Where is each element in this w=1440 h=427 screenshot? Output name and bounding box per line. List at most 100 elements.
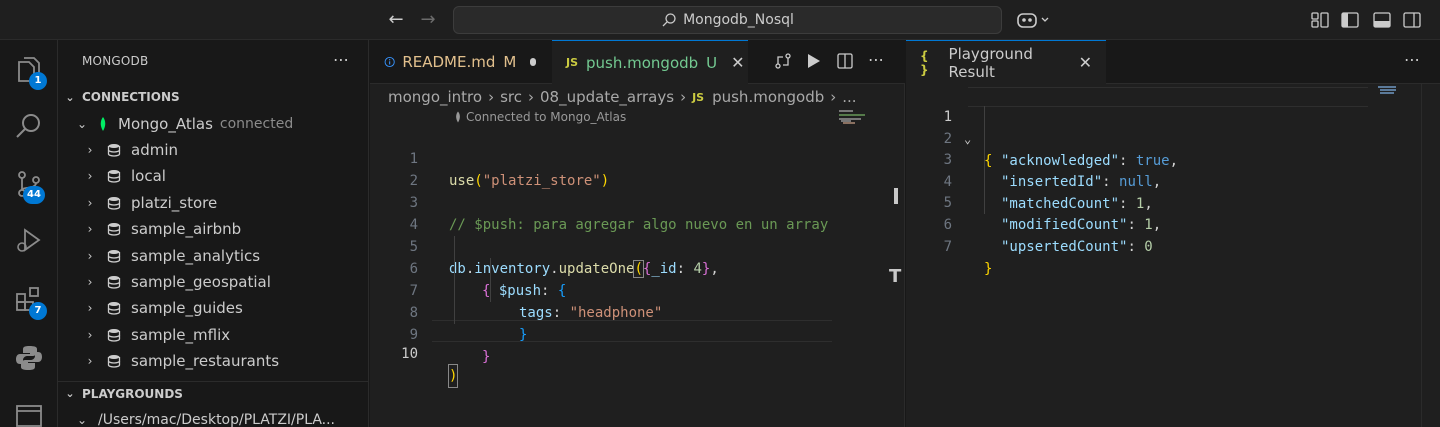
tab-readme[interactable]: README.md M [370, 40, 550, 84]
js-file-icon: JS [566, 56, 579, 69]
close-icon[interactable]: ✕ [731, 53, 744, 72]
result-line[interactable]: 7 } [906, 214, 1376, 277]
close-icon[interactable]: ✕ [1079, 53, 1092, 72]
result-line[interactable]: 2 "acknowledged": true, [906, 106, 1376, 169]
code-line[interactable]: 10 ) [370, 321, 840, 388]
explorer-icon[interactable]: 1 [13, 54, 47, 90]
breadcrumb-item[interactable]: src [500, 88, 522, 106]
breadcrumb-item[interactable]: ... [842, 88, 856, 106]
chevron-down-icon: ⌄ [65, 387, 75, 400]
editor-group-2: { } Playground Result ✕ ⋯ 1 ⌄ { 2 "ackno… [906, 40, 1440, 427]
tab-readme-status: M [503, 53, 517, 71]
minimap[interactable] [833, 110, 878, 427]
json-value: 0 [1144, 239, 1153, 255]
result-line[interactable]: 3 "insertedId": null, [906, 127, 1376, 190]
json-key: "upsertedCount" [1001, 239, 1128, 255]
forward-arrow-icon[interactable]: → [416, 8, 440, 32]
line-number: 10 [401, 346, 418, 362]
chevron-right-icon: › [87, 169, 93, 184]
code-line[interactable]: 5 db.inventory.updateOne({_id: 4}, [370, 214, 840, 278]
chevron-right-icon: › [87, 354, 93, 369]
chevron-down-icon: ⌄ [65, 90, 75, 104]
mongodb-sidebar: MONGODB ⋯ ⌄ CONNECTIONS ⌄ Mongo_Atlas co… [58, 40, 369, 427]
database-item[interactable]: › sample_airbnb [58, 216, 369, 242]
code-token: ) [447, 364, 459, 388]
toggle-panel-icon[interactable] [1372, 10, 1392, 30]
database-name: platzi_store [131, 193, 218, 212]
database-item[interactable]: › sample_restaurants [58, 348, 369, 374]
indent-guide [454, 236, 455, 324]
search-view-icon[interactable] [13, 110, 45, 142]
copilot-icon[interactable] [1016, 10, 1054, 30]
connections-section-header[interactable]: ⌄ CONNECTIONS [58, 85, 369, 109]
search-label: Mongodb_Nosql [683, 12, 794, 28]
compare-changes-icon[interactable] [774, 52, 792, 74]
editor-tabs: README.md M JS push.mongodb U ✕ ⋯ [370, 40, 905, 84]
breadcrumb-item[interactable]: push.mongodb [712, 88, 824, 106]
result-line[interactable]: 5 "modifiedCount": 1, [906, 170, 1376, 233]
tab-result-label: Playground Result [948, 44, 1033, 81]
codelens[interactable]: Connected to Mongo_Atlas [454, 110, 626, 124]
connections-label: CONNECTIONS [82, 90, 180, 104]
database-item[interactable]: › local [58, 163, 369, 189]
line-number: 7 [943, 238, 952, 255]
database-item[interactable]: › platzi_store [58, 190, 369, 216]
split-editor-icon[interactable] [836, 52, 854, 74]
result-line[interactable]: 1 ⌄ { [906, 84, 1376, 169]
chevron-down-icon: ⌄ [76, 117, 88, 131]
playground-folder[interactable]: ⌄ /Users/mac/Desktop/PLATZI/PLA... [58, 407, 369, 427]
toggle-primary-sidebar-icon[interactable] [1340, 10, 1360, 30]
code-line[interactable]: 6 { $push: { [370, 236, 840, 299]
remote-explorer-icon[interactable] [13, 400, 45, 427]
sidebar-more-icon[interactable]: ⋯ [333, 50, 350, 69]
code-line[interactable]: 3 // $push: para agregar algo nuevo en u… [370, 170, 840, 233]
more-actions-icon[interactable]: ⋯ [1404, 50, 1420, 69]
database-item[interactable]: › admin [58, 137, 369, 163]
code-line[interactable]: 8 } [370, 280, 840, 343]
result-line[interactable]: 6 "upsertedCount": 0 [906, 192, 1376, 255]
source-control-icon[interactable]: 44 [13, 168, 45, 204]
connection-status: connected [219, 116, 294, 132]
customize-layout-icon[interactable] [1310, 10, 1330, 30]
tab-playground-result[interactable]: { } Playground Result ✕ [906, 40, 1106, 84]
database-item[interactable]: › sample_mflix [58, 322, 369, 348]
database-name: sample_restaurants [131, 352, 280, 371]
code-line[interactable]: 7 tags: "headphone" [370, 258, 840, 321]
toggle-secondary-sidebar-icon[interactable] [1402, 10, 1422, 30]
run-debug-icon[interactable] [13, 224, 45, 256]
chevron-right-icon: › [680, 88, 687, 106]
playgrounds-section-header[interactable]: ⌄ PLAYGROUNDS [58, 381, 369, 405]
tab-push-mongodb[interactable]: JS push.mongodb U ✕ [552, 40, 748, 84]
code-line[interactable]: 1 use("platzi_store") [370, 126, 840, 189]
code-line[interactable]: 2 [370, 148, 840, 189]
command-center-search[interactable]: Mongodb_Nosql [453, 6, 1002, 34]
run-playground-icon[interactable] [804, 52, 822, 74]
breadcrumb-item[interactable]: mongo_intro [388, 88, 482, 106]
vertical-scrollbar[interactable] [1421, 84, 1422, 427]
chevron-right-icon: › [87, 275, 93, 289]
code-token: } [482, 349, 491, 365]
more-actions-icon[interactable]: ⋯ [868, 50, 884, 69]
scrollbar-thumb[interactable] [894, 188, 898, 204]
title-bar: ← → Mongodb_Nosql [0, 0, 1440, 40]
minimap[interactable] [1378, 86, 1398, 96]
result-line[interactable]: 4 "matchedCount": 1, [906, 149, 1376, 212]
back-arrow-icon[interactable]: ← [384, 8, 408, 32]
database-item[interactable]: › sample_analytics [58, 243, 369, 269]
database-item[interactable]: › sample_guides [58, 295, 369, 321]
python-icon[interactable] [13, 342, 45, 374]
database-name: sample_mflix [131, 325, 231, 344]
connection-item[interactable]: ⌄ Mongo_Atlas connected [58, 111, 369, 137]
database-item[interactable]: › sample_geospatial [58, 269, 369, 295]
database-name: sample_geospatial [131, 273, 271, 291]
unsaved-dot-icon[interactable] [530, 58, 536, 66]
sidebar-title: MONGODB [82, 54, 149, 68]
database-icon [107, 144, 121, 157]
chevron-right-icon: › [87, 301, 93, 316]
chevron-right-icon: › [87, 248, 93, 263]
editor-group-1: README.md M JS push.mongodb U ✕ ⋯ mongo_… [370, 40, 905, 427]
breadcrumb-item[interactable]: 08_update_arrays [540, 88, 674, 106]
chevron-right-icon: › [488, 88, 495, 106]
extensions-icon[interactable]: 7 [13, 284, 47, 320]
code-line[interactable]: 4 [370, 192, 840, 233]
